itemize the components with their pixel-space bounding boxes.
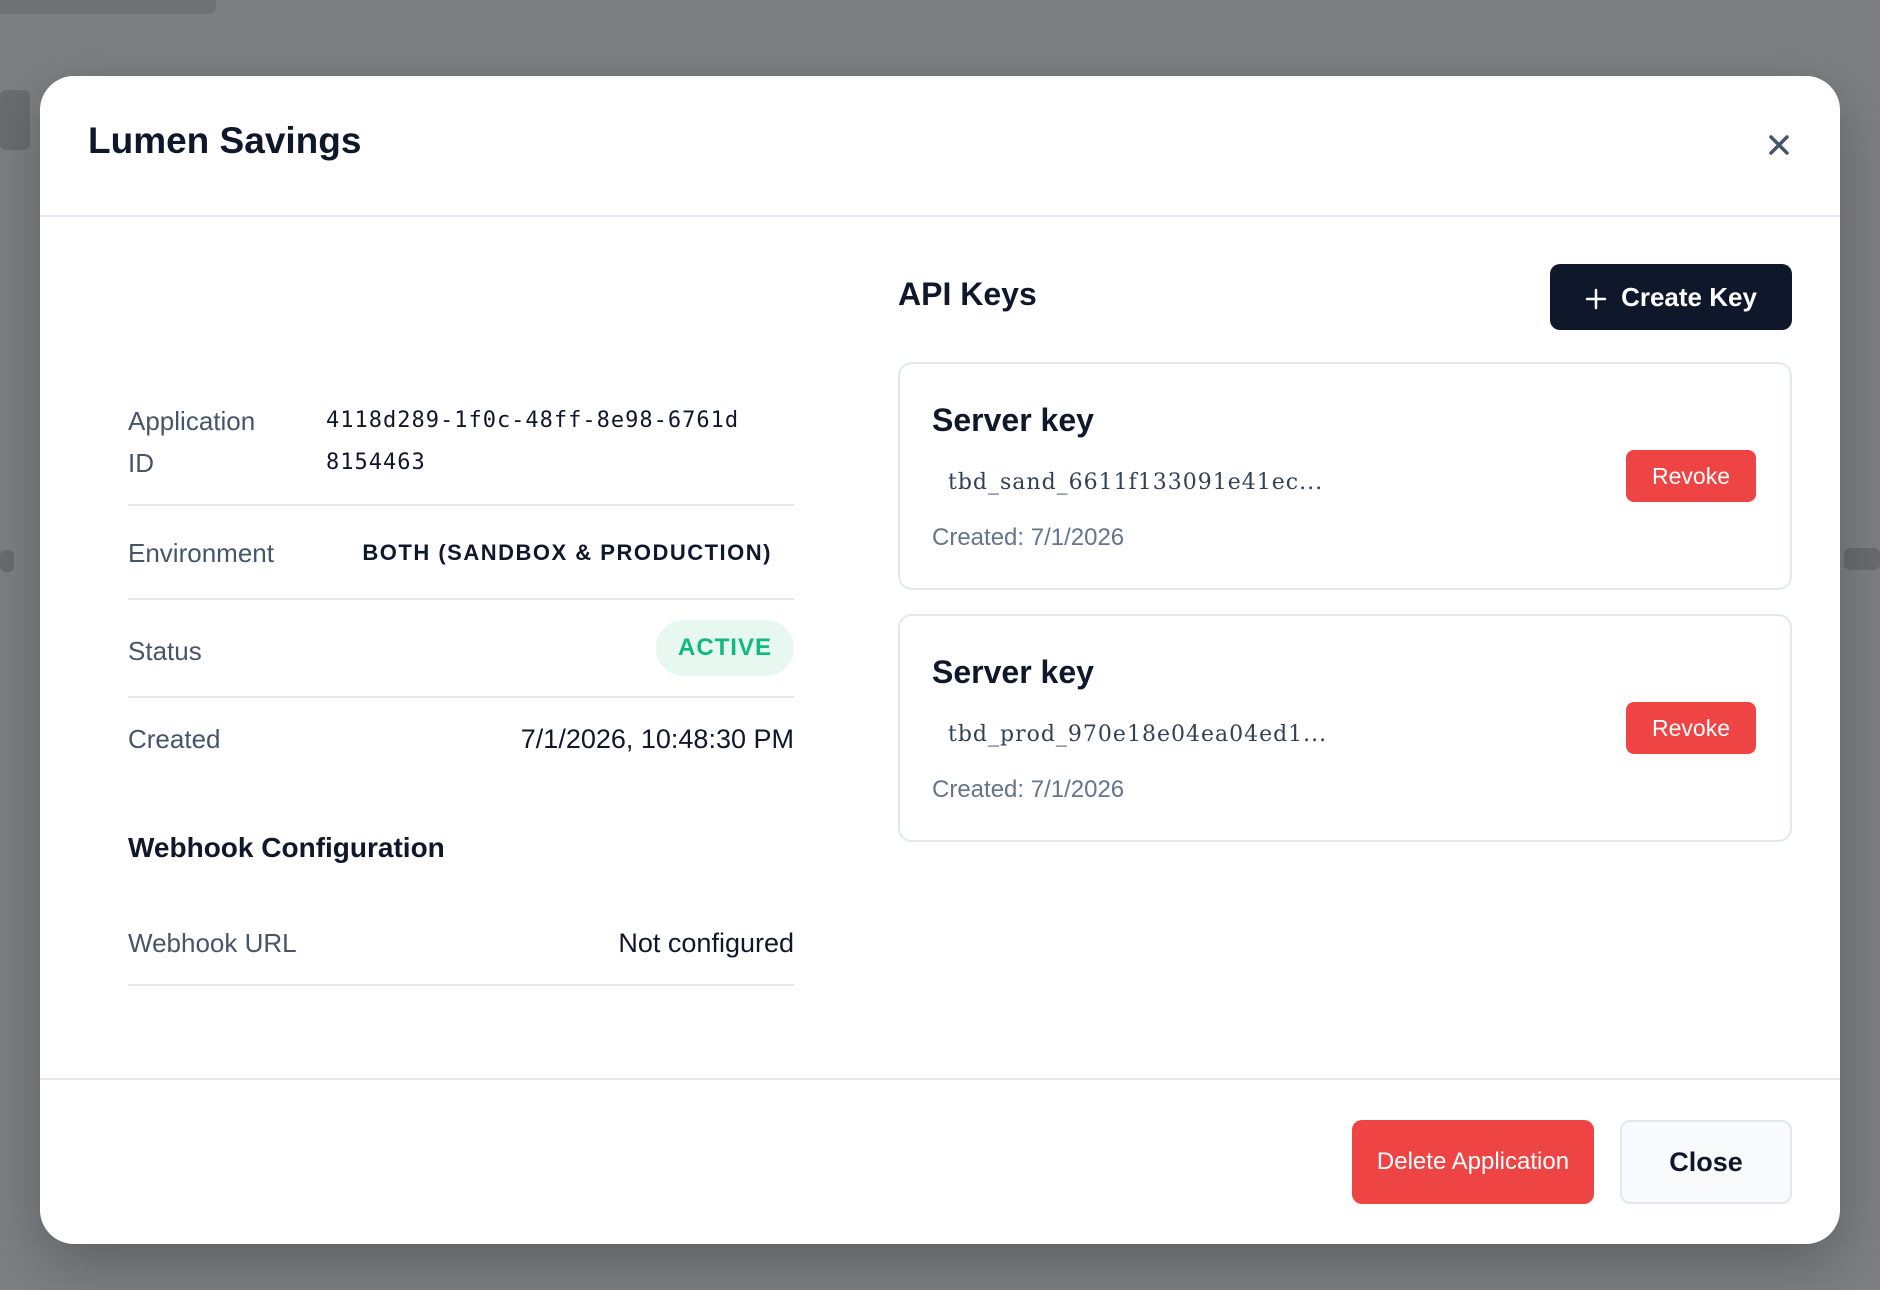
- modal-footer: Delete Application Close: [40, 1078, 1840, 1244]
- application-id-label: Application ID: [128, 406, 256, 478]
- webhook-url-label: Webhook URL: [128, 928, 297, 958]
- application-id-value: 4118d289-1f0c-48ff-8e98-6761d8154463: [326, 408, 740, 475]
- webhook-url-row: Webhook URL Not configured: [128, 894, 794, 986]
- create-key-button[interactable]: Create Key: [1550, 264, 1792, 330]
- background-fragment: [0, 550, 14, 572]
- status-badge: ACTIVE: [656, 620, 794, 676]
- background-bar: [0, 0, 216, 14]
- create-key-label: Create Key: [1621, 281, 1757, 312]
- api-key-created: Created: 7/1/2026: [932, 524, 1125, 551]
- status-row: Status ACTIVE: [128, 600, 794, 698]
- application-details: Application ID 4118d289-1f0c-48ff-8e98-6…: [128, 316, 794, 788]
- background-fragment: [1844, 548, 1880, 570]
- modal-title: Lumen Savings: [88, 120, 362, 161]
- plus-icon: [1585, 286, 1607, 310]
- environment-value: BOTH (SANDBOX & PRODUCTION): [362, 540, 772, 565]
- modal-header: Lumen Savings: [40, 76, 1840, 217]
- revoke-button[interactable]: Revoke: [1626, 702, 1756, 754]
- api-keys-title: API Keys: [898, 276, 1037, 312]
- webhook-section-title: Webhook Configuration: [128, 832, 445, 863]
- created-label: Created: [128, 724, 221, 754]
- close-button[interactable]: Close: [1620, 1120, 1792, 1204]
- api-key-created: Created: 7/1/2026: [932, 776, 1125, 803]
- api-key-card: Server key tbd_sand_6611f133091e41ec... …: [898, 362, 1792, 590]
- delete-application-button[interactable]: Delete Application: [1352, 1120, 1594, 1204]
- api-key-value: tbd_prod_970e18e04ea04ed1...: [948, 722, 1328, 747]
- created-row: Created 7/1/2026, 10:48:30 PM: [128, 698, 794, 788]
- api-key-name: Server key: [932, 402, 1094, 438]
- api-key-name: Server key: [932, 654, 1094, 690]
- application-details-modal: Lumen Savings Application ID 4118d289-1f…: [40, 76, 1840, 1244]
- application-id-row: Application ID 4118d289-1f0c-48ff-8e98-6…: [128, 316, 794, 506]
- webhook-url-value: Not configured: [618, 928, 794, 958]
- background-fragment: [0, 90, 30, 150]
- environment-row: Environment BOTH (SANDBOX & PRODUCTION): [128, 506, 794, 600]
- status-label: Status: [128, 636, 202, 666]
- environment-label: Environment: [128, 538, 274, 568]
- api-key-value: tbd_sand_6611f133091e41ec...: [948, 470, 1324, 495]
- close-icon[interactable]: [1762, 128, 1796, 162]
- revoke-button[interactable]: Revoke: [1626, 450, 1756, 502]
- api-key-card: Server key tbd_prod_970e18e04ea04ed1... …: [898, 614, 1792, 842]
- created-value: 7/1/2026, 10:48:30 PM: [520, 724, 794, 754]
